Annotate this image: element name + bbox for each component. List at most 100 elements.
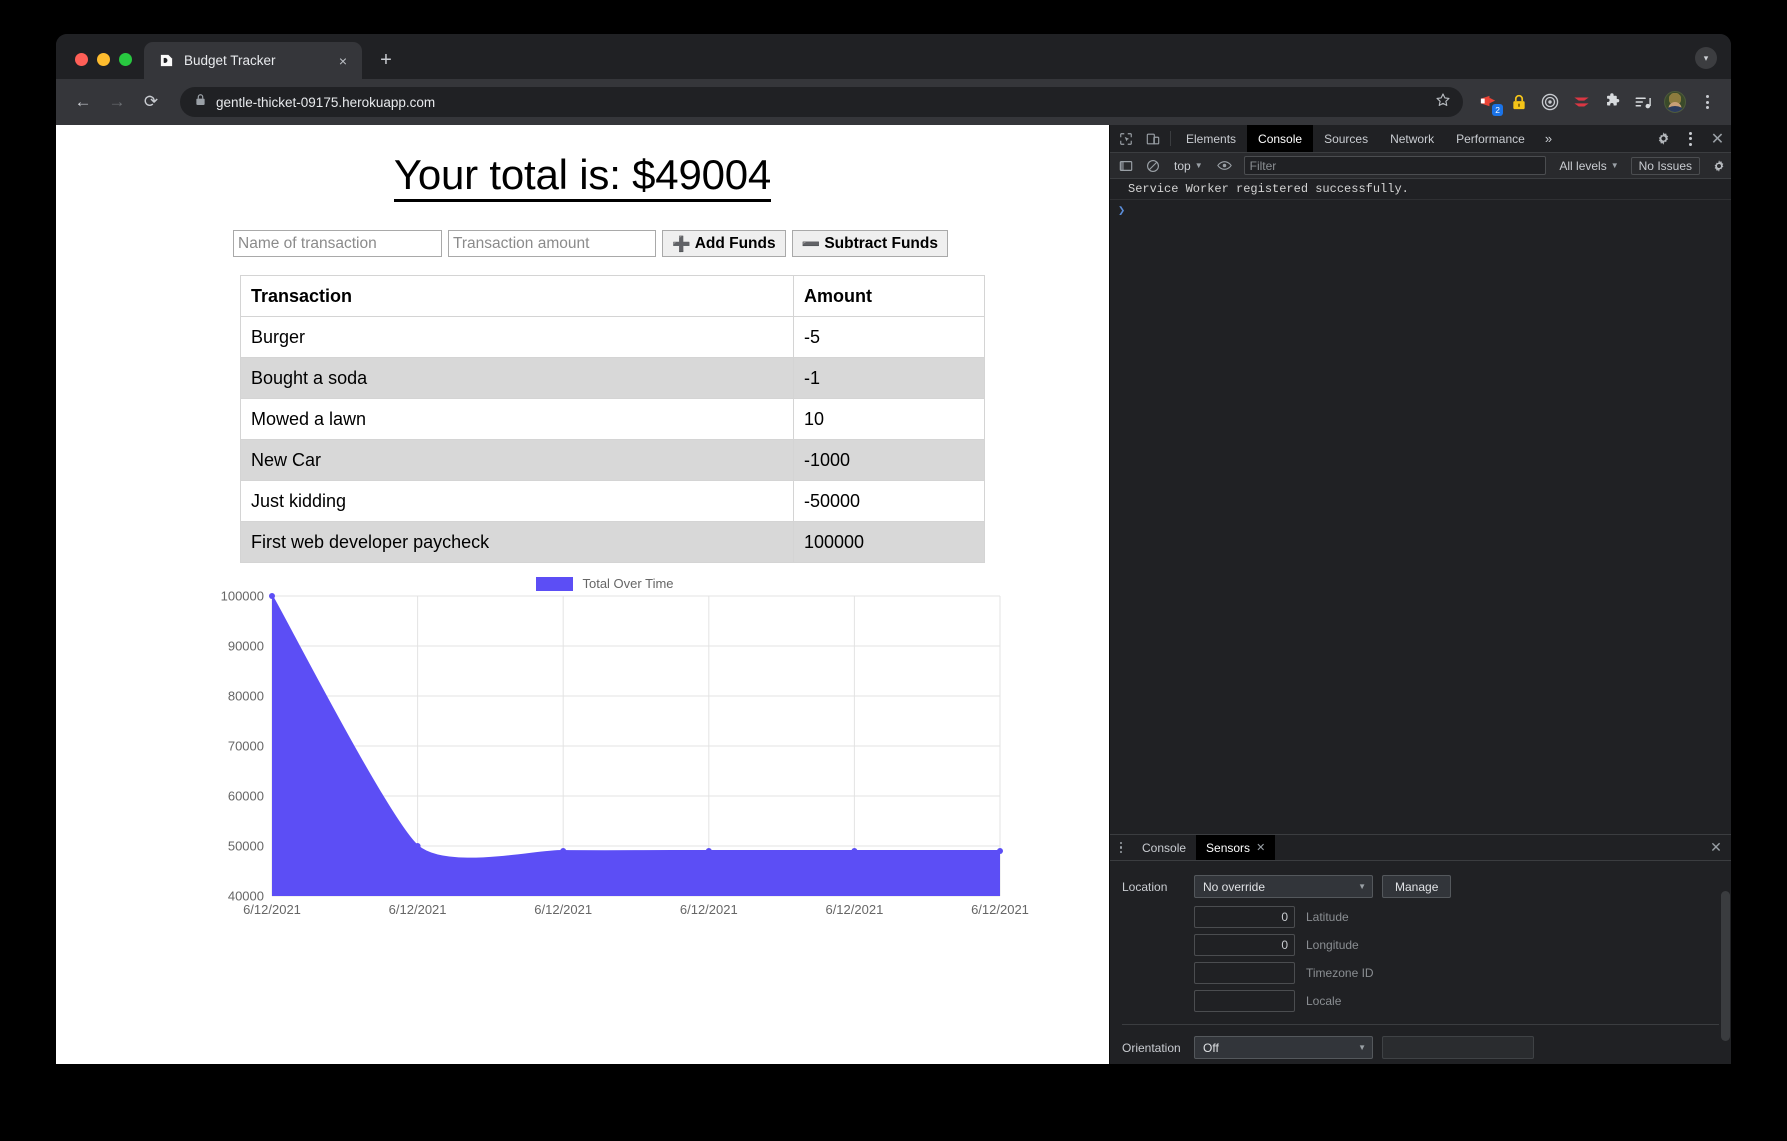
content-split: Your total is: $49004 ➕ Add Funds ➖ Subt…: [56, 125, 1731, 1064]
orientation-select[interactable]: Off ▼: [1194, 1036, 1373, 1059]
chart-y-tick-label: 100000: [220, 588, 264, 604]
devtools-tab-performance[interactable]: Performance: [1445, 125, 1536, 152]
console-toolbar: top ▼ All levels ▼ No Issues: [1110, 153, 1731, 179]
live-expression-eye-icon[interactable]: [1212, 153, 1237, 178]
issues-status-badge[interactable]: No Issues: [1630, 156, 1700, 175]
drawer-more-tools-icon[interactable]: [1110, 835, 1132, 860]
table-row: First web developer paycheck 100000: [240, 521, 985, 563]
chart-data-point[interactable]: [705, 847, 712, 854]
clear-console-icon[interactable]: [1140, 153, 1165, 178]
password-lock-icon[interactable]: [1509, 92, 1529, 112]
chart-y-tick-label: 70000: [227, 738, 264, 754]
chart-y-tick-label: 40000: [227, 888, 264, 904]
close-tab-button[interactable]: ×: [334, 52, 352, 70]
location-label: Location: [1122, 879, 1168, 894]
console-input-prompt[interactable]: ❯: [1110, 200, 1731, 221]
execution-context-select[interactable]: top ▼: [1167, 159, 1210, 173]
chart-data-point[interactable]: [269, 593, 275, 599]
locale-input[interactable]: [1194, 990, 1295, 1012]
devtools-tab-network[interactable]: Network: [1379, 125, 1445, 152]
forward-button[interactable]: →: [102, 87, 132, 117]
device-toolbar-icon[interactable]: [1139, 125, 1166, 152]
reading-list-icon[interactable]: [1633, 92, 1653, 112]
devtools-tab-elements[interactable]: Elements: [1175, 125, 1247, 152]
subtract-funds-button[interactable]: ➖ Subtract Funds: [791, 230, 948, 257]
orientation-extra-field[interactable]: [1382, 1036, 1534, 1059]
add-funds-button[interactable]: ➕ Add Funds: [662, 230, 786, 257]
manage-locations-button[interactable]: Manage: [1382, 875, 1452, 898]
location-override-value: No override: [1203, 879, 1266, 894]
cell-transaction-amount: -50000: [793, 480, 985, 522]
timezone-id-input[interactable]: [1194, 962, 1295, 984]
maximize-window-button[interactable]: [119, 53, 132, 66]
devtools-tab-console[interactable]: Console: [1247, 125, 1314, 152]
longitude-input[interactable]: [1194, 934, 1295, 956]
console-output[interactable]: Service Worker registered successfully. …: [1110, 179, 1731, 834]
location-override-select[interactable]: No override ▼: [1194, 875, 1373, 898]
gear-icon[interactable]: [1650, 131, 1677, 146]
devtools-tab-sources[interactable]: Sources: [1313, 125, 1379, 152]
chart-x-tick-label: 6/12/2021: [679, 902, 738, 917]
chart-data-point[interactable]: [997, 847, 1003, 854]
media-router-icon[interactable]: 2: [1478, 92, 1503, 116]
chart-canvas[interactable]: [269, 593, 1003, 897]
console-message: Service Worker registered successfully.: [1110, 179, 1731, 200]
address-bar[interactable]: gentle-thicket-09175.herokuapp.com: [180, 87, 1463, 117]
drawer-tab-sensors[interactable]: Sensors ✕: [1196, 835, 1276, 860]
browser-menu-icon[interactable]: [1697, 92, 1717, 112]
sensor-field-row: Latitude: [1110, 906, 1731, 928]
extension-badge-count: 2: [1492, 103, 1503, 116]
sensors-scrollbar[interactable]: [1721, 891, 1730, 1041]
chart-x-axis: 6/12/2021 6/12/2021 6/12/2021 6/12/2021 6/12…: [243, 898, 1029, 926]
close-devtools-button[interactable]: ✕: [1704, 129, 1731, 149]
puzzle-extensions-icon[interactable]: [1602, 92, 1622, 112]
new-tab-button[interactable]: +: [371, 45, 401, 75]
longitude-label: Longitude: [1306, 938, 1359, 952]
page-title: Your total is: $49004: [80, 151, 1085, 202]
url-text: gentle-thicket-09175.herokuapp.com: [216, 94, 436, 110]
chart-data-point[interactable]: [414, 843, 421, 849]
more-panels-button[interactable]: »: [1536, 125, 1561, 152]
console-filter-input[interactable]: [1243, 156, 1547, 175]
console-sidebar-toggle-icon[interactable]: [1113, 153, 1138, 178]
console-message-list: Service Worker registered successfully.: [1110, 179, 1731, 200]
back-button[interactable]: ←: [68, 87, 98, 117]
profile-avatar[interactable]: [1664, 91, 1686, 113]
console-settings-gear-icon[interactable]: [1706, 153, 1731, 178]
profile-chip-button[interactable]: ▾: [1695, 47, 1717, 69]
legend-label-total-over-time: Total Over Time: [582, 576, 674, 591]
orientation-label: Orientation: [1122, 1040, 1181, 1055]
tab-strip: Budget Tracker × + ▾: [56, 34, 1731, 79]
browser-tab-budget-tracker[interactable]: Budget Tracker ×: [144, 42, 362, 79]
drawer-tab-console[interactable]: Console: [1132, 835, 1196, 860]
chart-data-point[interactable]: [851, 847, 858, 854]
target-recorder-icon[interactable]: [1540, 92, 1560, 112]
cell-transaction-amount: -5: [793, 316, 985, 358]
plus-icon: ➕: [672, 235, 691, 253]
minimize-window-button[interactable]: [97, 53, 110, 66]
reload-button[interactable]: ⟳: [136, 87, 166, 117]
devtools-tabbar: Elements Console Sources Network Performance…: [1110, 125, 1731, 153]
legend-swatch-total-over-time[interactable]: [536, 576, 574, 591]
close-drawer-tab-icon[interactable]: ✕: [1256, 841, 1265, 854]
close-drawer-button[interactable]: ✕: [1701, 835, 1731, 860]
toolbar-divider: [1170, 131, 1171, 146]
close-window-button[interactable]: [75, 53, 88, 66]
transaction-amount-input[interactable]: [448, 230, 656, 257]
log-level-select[interactable]: All levels ▼: [1553, 159, 1624, 173]
inspect-element-icon[interactable]: [1112, 125, 1139, 152]
chart-data-point[interactable]: [560, 848, 567, 854]
tab-title: Budget Tracker: [184, 53, 276, 68]
transactions-table: Transaction Amount Burger -5 Bought a soda…: [240, 275, 985, 563]
devtools-kebab-menu-icon[interactable]: [1677, 131, 1704, 146]
chart-x-tick-label: 6/12/2021: [534, 902, 593, 917]
chart-legend: Total Over Time: [210, 576, 1000, 591]
bookmark-star-icon[interactable]: [1435, 92, 1451, 113]
express-vpn-icon[interactable]: [1571, 92, 1591, 112]
latitude-input[interactable]: [1194, 906, 1295, 928]
transaction-name-input[interactable]: [233, 230, 442, 257]
page-viewport: Your total is: $49004 ➕ Add Funds ➖ Subt…: [56, 125, 1109, 1064]
chart-y-tick-label: 90000: [227, 638, 264, 654]
sensor-field-row: Longitude: [1110, 934, 1731, 956]
chart-x-tick-label: 6/12/2021: [825, 902, 884, 917]
